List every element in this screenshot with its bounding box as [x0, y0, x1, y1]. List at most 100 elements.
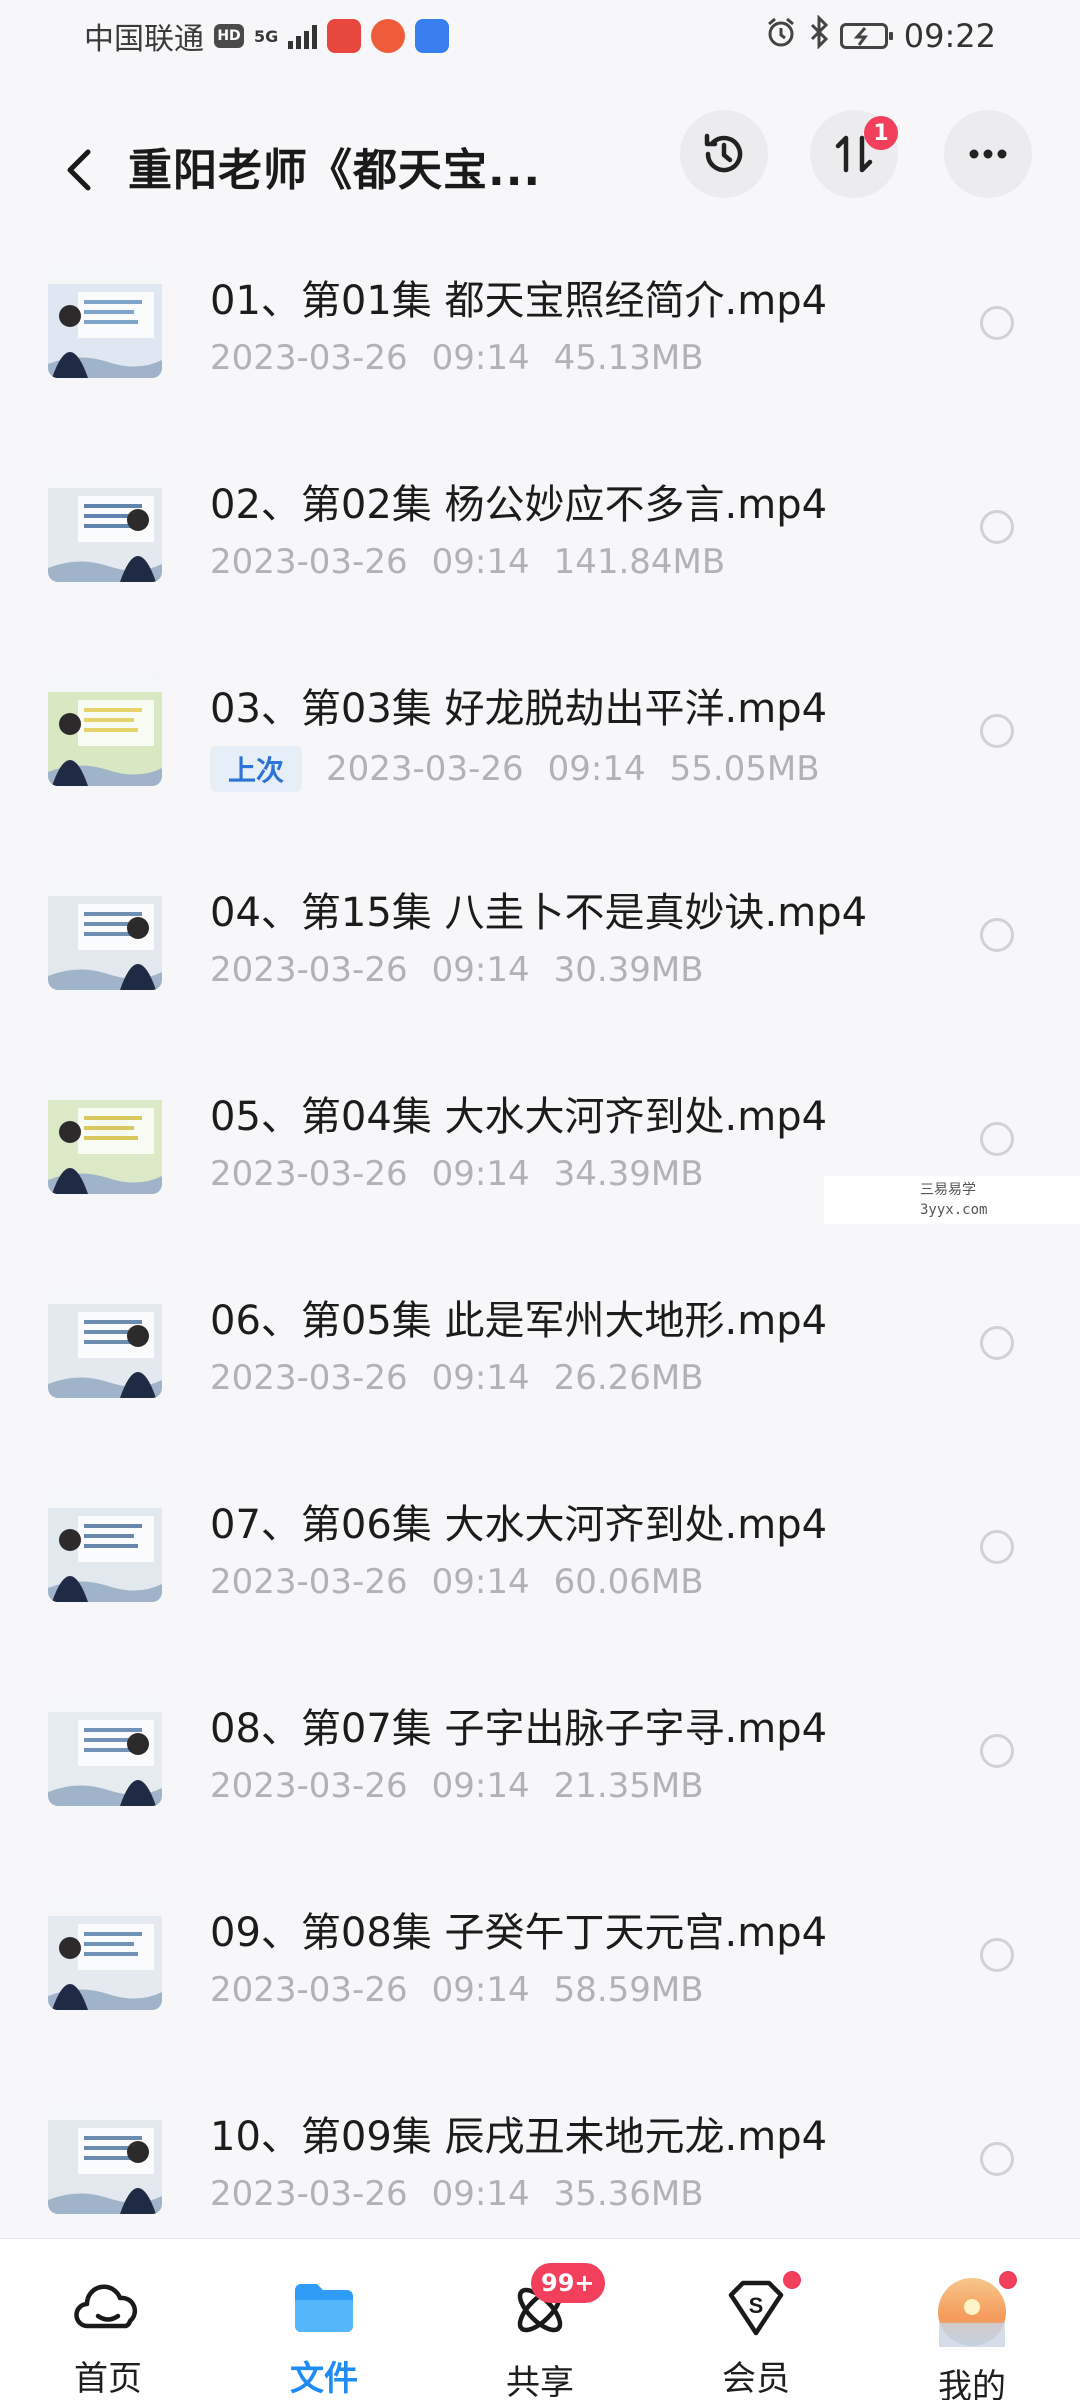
file-date: 2023-03-26: [210, 338, 408, 378]
file-size: 45.13MB: [553, 338, 704, 378]
file-size: 35.36MB: [553, 2174, 704, 2214]
video-thumbnail: [48, 2100, 162, 2214]
file-meta: 上次 2023-03-26 09:14 55.05MB: [210, 746, 844, 792]
transfer-button[interactable]: 1: [810, 110, 898, 198]
bluetooth-icon: [808, 14, 830, 57]
history-icon: [704, 133, 743, 173]
file-meta: 2023-03-26 09:14 30.39MB: [210, 950, 728, 990]
status-right: 09:22: [764, 14, 996, 57]
video-thumbnail: [48, 672, 162, 786]
nav-me-label: 我的: [938, 2367, 1006, 2400]
battery-icon: [839, 23, 893, 49]
select-checkbox[interactable]: [980, 1122, 1014, 1156]
folder-icon: [289, 2277, 359, 2339]
file-date: 2023-03-26: [210, 1970, 408, 2010]
file-meta: 2023-03-26 09:14 60.06MB: [210, 1562, 728, 1602]
avatar-icon: [937, 2271, 1017, 2347]
file-list: 01、第01集 都天宝照经简介.mp4 2023-03-26 09:14 45.…: [0, 230, 1080, 2270]
book-app-icon: [327, 19, 362, 53]
file-name: 06、第05集 此是军州大地形.mp4: [210, 1298, 828, 1344]
file-meta: 2023-03-26 09:14 34.39MB: [210, 1154, 728, 1194]
file-row[interactable]: 06、第05集 此是军州大地形.mp4 2023-03-26 09:14 26.…: [0, 1250, 1080, 1454]
video-thumbnail: [48, 1080, 162, 1194]
video-thumbnail: [48, 468, 162, 582]
video-thumbnail: [48, 1896, 162, 2010]
file-time: 09:14: [431, 2174, 530, 2214]
back-button[interactable]: [48, 138, 112, 202]
file-meta: 2023-03-26 09:14 26.26MB: [210, 1358, 728, 1398]
svg-text:S: S: [749, 2293, 764, 2318]
nav-files[interactable]: 文件: [216, 2239, 432, 2400]
signal-icon: [288, 23, 318, 49]
select-checkbox[interactable]: [980, 1938, 1014, 1972]
select-checkbox[interactable]: [980, 1530, 1014, 1564]
file-name: 02、第02集 杨公妙应不多言.mp4: [210, 482, 828, 528]
file-meta: 2023-03-26 09:14 21.35MB: [210, 1766, 728, 1806]
file-row[interactable]: 07、第06集 大水大河齐到处.mp4 2023-03-26 09:14 60.…: [0, 1454, 1080, 1658]
nav-vip[interactable]: S 会员: [648, 2239, 864, 2400]
status-bar: 中国联通 HD 5G 09:22: [0, 0, 1080, 72]
nav-home-label: 首页: [74, 2359, 142, 2399]
file-date: 2023-03-26: [210, 950, 408, 990]
more-button[interactable]: [944, 110, 1032, 198]
file-size: 141.84MB: [553, 542, 726, 582]
video-thumbnail: [48, 1488, 162, 1602]
select-checkbox[interactable]: [980, 1734, 1014, 1768]
nav-me[interactable]: 我的: [864, 2239, 1080, 2400]
file-time: 09:14: [431, 338, 530, 378]
share-count-badge: 99+: [531, 2263, 605, 2303]
home-cloud-icon: [73, 2277, 143, 2339]
file-size: 34.39MB: [553, 1154, 704, 1194]
file-time: 09:14: [431, 542, 530, 582]
hd-icon: HD: [214, 24, 244, 48]
file-name: 07、第06集 大水大河齐到处.mp4: [210, 1502, 828, 1548]
header: 重阳老师《都天宝...: [0, 110, 1080, 230]
file-size: 26.26MB: [553, 1358, 704, 1398]
nav-home[interactable]: 首页: [0, 2239, 216, 2400]
file-date: 2023-03-26: [210, 1766, 408, 1806]
nav-share[interactable]: 99+ 共享: [432, 2239, 648, 2400]
profile-notification-dot: [999, 2271, 1017, 2289]
file-row[interactable]: 01、第01集 都天宝照经简介.mp4 2023-03-26 09:14 45.…: [0, 230, 1080, 434]
status-left: 中国联通 HD 5G: [84, 14, 450, 58]
video-thumbnail: [48, 1284, 162, 1398]
shopping-app-icon: [371, 19, 406, 53]
select-checkbox[interactable]: [980, 510, 1014, 544]
select-checkbox[interactable]: [980, 1326, 1014, 1360]
file-time: 09:14: [431, 950, 530, 990]
video-thumbnail: [48, 264, 162, 378]
file-time: 09:14: [431, 1970, 530, 2010]
file-row[interactable]: 04、第15集 八圭卜不是真妙诀.mp4 2023-03-26 09:14 30…: [0, 842, 1080, 1046]
file-size: 58.59MB: [553, 1970, 704, 2010]
history-button[interactable]: [680, 110, 768, 198]
file-row[interactable]: 09、第08集 子癸午丁天元宫.mp4 2023-03-26 09:14 58.…: [0, 1862, 1080, 2066]
select-checkbox[interactable]: [980, 306, 1014, 340]
file-date: 2023-03-26: [210, 1562, 408, 1602]
file-name: 04、第15集 八圭卜不是真妙诀.mp4: [210, 890, 868, 936]
nav-vip-label: 会员: [722, 2359, 790, 2399]
nav-files-label: 文件: [290, 2359, 358, 2399]
more-dots-icon: [969, 149, 1007, 159]
carrier-name: 中国联通: [84, 22, 204, 57]
file-meta: 2023-03-26 09:14 58.59MB: [210, 1970, 728, 2010]
file-size: 55.05MB: [669, 749, 820, 789]
video-thumbnail: [48, 876, 162, 990]
file-meta: 2023-03-26 09:14 35.36MB: [210, 2174, 728, 2214]
file-time: 09:14: [431, 1358, 530, 1398]
select-checkbox[interactable]: [980, 918, 1014, 952]
file-date: 2023-03-26: [326, 749, 524, 789]
file-name: 01、第01集 都天宝照经简介.mp4: [210, 278, 828, 324]
share-orbit-icon: 99+: [505, 2263, 605, 2343]
select-checkbox[interactable]: [980, 2142, 1014, 2176]
video-thumbnail: [48, 1692, 162, 1806]
file-name: 08、第07集 子字出脉子字寻.mp4: [210, 1706, 828, 1752]
file-time: 09:14: [431, 1562, 530, 1602]
file-row[interactable]: 02、第02集 杨公妙应不多言.mp4 2023-03-26 09:14 141…: [0, 434, 1080, 638]
file-size: 60.06MB: [553, 1562, 704, 1602]
vip-notification-dot: [783, 2271, 801, 2289]
select-checkbox[interactable]: [980, 714, 1014, 748]
file-date: 2023-03-26: [210, 542, 408, 582]
file-row[interactable]: 08、第07集 子字出脉子字寻.mp4 2023-03-26 09:14 21.…: [0, 1658, 1080, 1862]
bottom-nav: 首页 文件 99+ 共享 S 会员 我的: [0, 2238, 1080, 2400]
file-row[interactable]: 03、第03集 好龙脱劫出平洋.mp4 上次 2023-03-26 09:14 …: [0, 638, 1080, 842]
